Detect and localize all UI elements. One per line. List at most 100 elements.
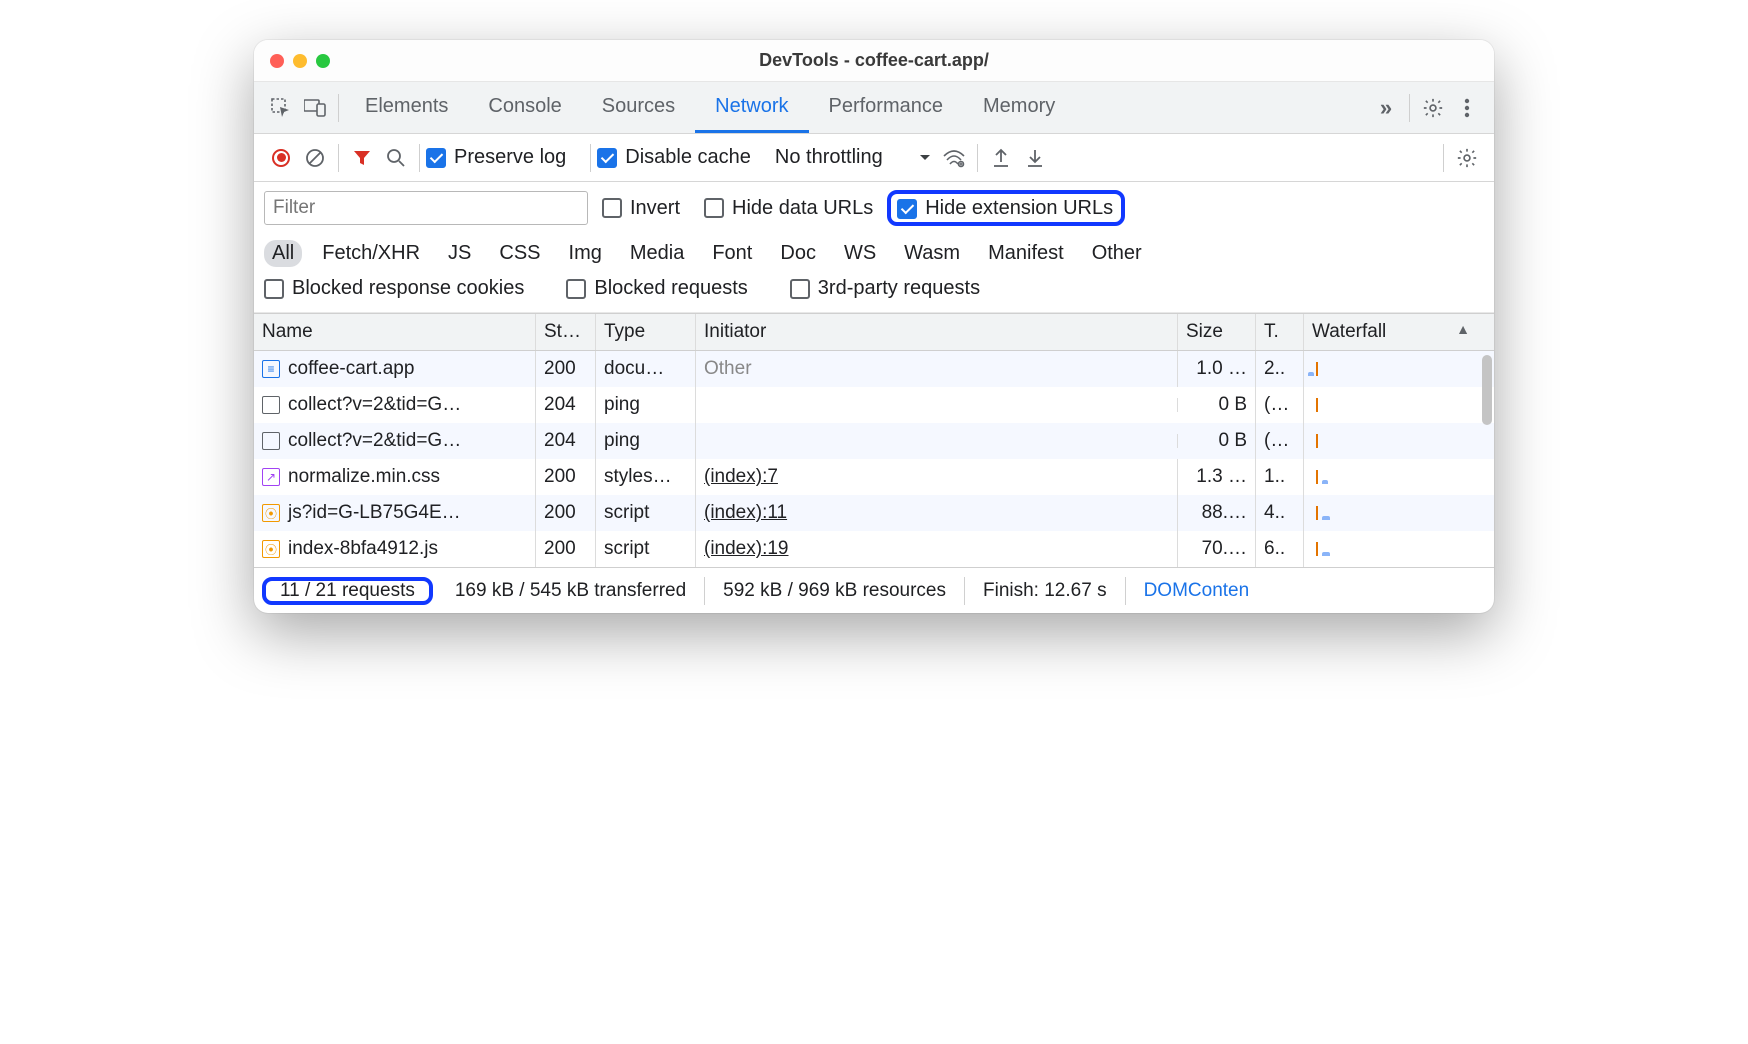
- col-waterfall[interactable]: Waterfall ▲: [1304, 314, 1494, 350]
- close-button[interactable]: [270, 54, 284, 68]
- main-tabs-row: ElementsConsoleSourcesNetworkPerformance…: [254, 82, 1494, 134]
- request-name: js?id=G-LB75G4E…: [288, 502, 461, 524]
- pill-other[interactable]: Other: [1084, 240, 1150, 267]
- throttling-label: No throttling: [775, 146, 883, 169]
- filter-toggle-icon[interactable]: [345, 141, 379, 175]
- preserve-log-label: Preserve log: [454, 146, 566, 169]
- status-transferred: 169 kB / 545 kB transferred: [437, 577, 705, 605]
- blocked-cookies-checkbox[interactable]: Blocked response cookies: [264, 277, 524, 300]
- checkbox-icon: [597, 148, 617, 168]
- status-bar: 11 / 21 requests 169 kB / 545 kB transfe…: [254, 567, 1494, 613]
- preserve-log-checkbox[interactable]: Preserve log: [426, 146, 566, 169]
- hide-extension-urls-checkbox[interactable]: Hide extension URLs: [897, 197, 1113, 220]
- col-initiator[interactable]: Initiator: [696, 314, 1178, 350]
- request-name: coffee-cart.app: [288, 358, 414, 380]
- request-name: index-8bfa4912.js: [288, 538, 438, 560]
- separator: [419, 144, 420, 172]
- tab-performance[interactable]: Performance: [809, 82, 964, 133]
- pill-wasm[interactable]: Wasm: [896, 240, 968, 267]
- checkbox-icon: [704, 198, 724, 218]
- maximize-button[interactable]: [316, 54, 330, 68]
- pill-all[interactable]: All: [264, 240, 302, 267]
- table-row[interactable]: collect?v=2&tid=G…204ping0 B(…: [254, 423, 1494, 459]
- initiator-link[interactable]: (index):11: [704, 502, 787, 523]
- sort-asc-icon: ▲: [1456, 321, 1470, 337]
- pill-ws[interactable]: WS: [836, 240, 884, 267]
- devtools-window: DevTools - coffee-cart.app/ ElementsCons…: [254, 40, 1494, 613]
- clear-button[interactable]: [298, 141, 332, 175]
- record-button[interactable]: [264, 141, 298, 175]
- pill-media[interactable]: Media: [622, 240, 692, 267]
- separator: [1409, 94, 1410, 122]
- col-name[interactable]: Name: [254, 314, 536, 350]
- status-resources: 592 kB / 969 kB resources: [705, 577, 965, 605]
- hide-data-urls-checkbox[interactable]: Hide data URLs: [704, 197, 873, 220]
- other-file-icon: [262, 432, 280, 450]
- table-row[interactable]: ⦿index-8bfa4912.js200script(index):1970.…: [254, 531, 1494, 567]
- table-row[interactable]: ≡coffee-cart.app200docu…Other1.0 …2..: [254, 351, 1494, 387]
- resource-type-pills: All Fetch/XHR JS CSS Img Media Font Doc WS Wasm Ma…: [264, 236, 1484, 271]
- initiator-link[interactable]: (index):19: [704, 538, 789, 559]
- table-row[interactable]: collect?v=2&tid=G…204ping0 B(…: [254, 387, 1494, 423]
- checkbox-icon: [264, 279, 284, 299]
- waterfall-cell: [1304, 506, 1494, 520]
- settings-icon[interactable]: [1416, 91, 1450, 125]
- pill-fetchxhr[interactable]: Fetch/XHR: [314, 240, 428, 267]
- minimize-button[interactable]: [293, 54, 307, 68]
- inspect-icon[interactable]: [264, 91, 298, 125]
- tab-console[interactable]: Console: [468, 82, 581, 133]
- kebab-menu-icon[interactable]: [1450, 91, 1484, 125]
- js-file-icon: ⦿: [262, 504, 280, 522]
- titlebar: DevTools - coffee-cart.app/: [254, 40, 1494, 82]
- col-status[interactable]: St…: [536, 314, 596, 350]
- invert-checkbox[interactable]: Invert: [602, 197, 680, 220]
- tab-elements[interactable]: Elements: [345, 82, 468, 133]
- waterfall-cell: [1304, 362, 1494, 376]
- more-tabs-button[interactable]: »: [1369, 91, 1403, 125]
- chevron-down-icon: [919, 154, 931, 162]
- export-har-icon[interactable]: [984, 141, 1018, 175]
- checkbox-icon: [602, 198, 622, 218]
- other-file-icon: [262, 396, 280, 414]
- pill-font[interactable]: Font: [704, 240, 760, 267]
- status-finish: Finish: 12.67 s: [965, 577, 1126, 605]
- initiator-link[interactable]: (index):7: [704, 466, 778, 487]
- window-controls: [254, 54, 330, 68]
- col-size[interactable]: Size: [1178, 314, 1256, 350]
- pill-doc[interactable]: Doc: [772, 240, 824, 267]
- tab-sources[interactable]: Sources: [582, 82, 695, 133]
- third-party-checkbox[interactable]: 3rd-party requests: [790, 277, 980, 300]
- separator: [590, 144, 591, 172]
- pill-manifest[interactable]: Manifest: [980, 240, 1072, 267]
- search-icon[interactable]: [379, 141, 413, 175]
- blocked-requests-checkbox[interactable]: Blocked requests: [566, 277, 747, 300]
- throttling-select[interactable]: No throttling: [769, 146, 937, 169]
- device-toggle-icon[interactable]: [298, 91, 332, 125]
- network-settings-icon[interactable]: [1450, 141, 1484, 175]
- filter-area: Invert Hide data URLs Hide extension URL…: [254, 182, 1494, 313]
- network-toolbar: Preserve log Disable cache No throttling: [254, 134, 1494, 182]
- pill-js[interactable]: JS: [440, 240, 479, 267]
- table-body: ≡coffee-cart.app200docu…Other1.0 …2..col…: [254, 351, 1494, 567]
- tab-memory[interactable]: Memory: [963, 82, 1075, 133]
- import-har-icon[interactable]: [1018, 141, 1052, 175]
- waterfall-cell: [1304, 542, 1494, 556]
- status-domcontent: DOMConten: [1126, 577, 1268, 605]
- separator: [338, 144, 339, 172]
- table-row[interactable]: ↗normalize.min.css200styles…(index):71.3…: [254, 459, 1494, 495]
- table-header[interactable]: Name St… Type Initiator Size T. Waterfal…: [254, 313, 1494, 351]
- pill-css[interactable]: CSS: [491, 240, 548, 267]
- blocked-requests-label: Blocked requests: [594, 277, 747, 300]
- col-type[interactable]: Type: [596, 314, 696, 350]
- pill-img[interactable]: Img: [561, 240, 610, 267]
- js-file-icon: ⦿: [262, 540, 280, 558]
- tab-network[interactable]: Network: [695, 82, 808, 133]
- filter-input[interactable]: [264, 191, 588, 225]
- col-time[interactable]: T.: [1256, 314, 1304, 350]
- checkbox-icon: [566, 279, 586, 299]
- table-row[interactable]: ⦿js?id=G-LB75G4E…200script(index):1188.……: [254, 495, 1494, 531]
- disable-cache-checkbox[interactable]: Disable cache: [597, 146, 751, 169]
- initiator-link: Other: [704, 358, 752, 379]
- network-conditions-icon[interactable]: [937, 141, 971, 175]
- hide-data-urls-label: Hide data URLs: [732, 197, 873, 220]
